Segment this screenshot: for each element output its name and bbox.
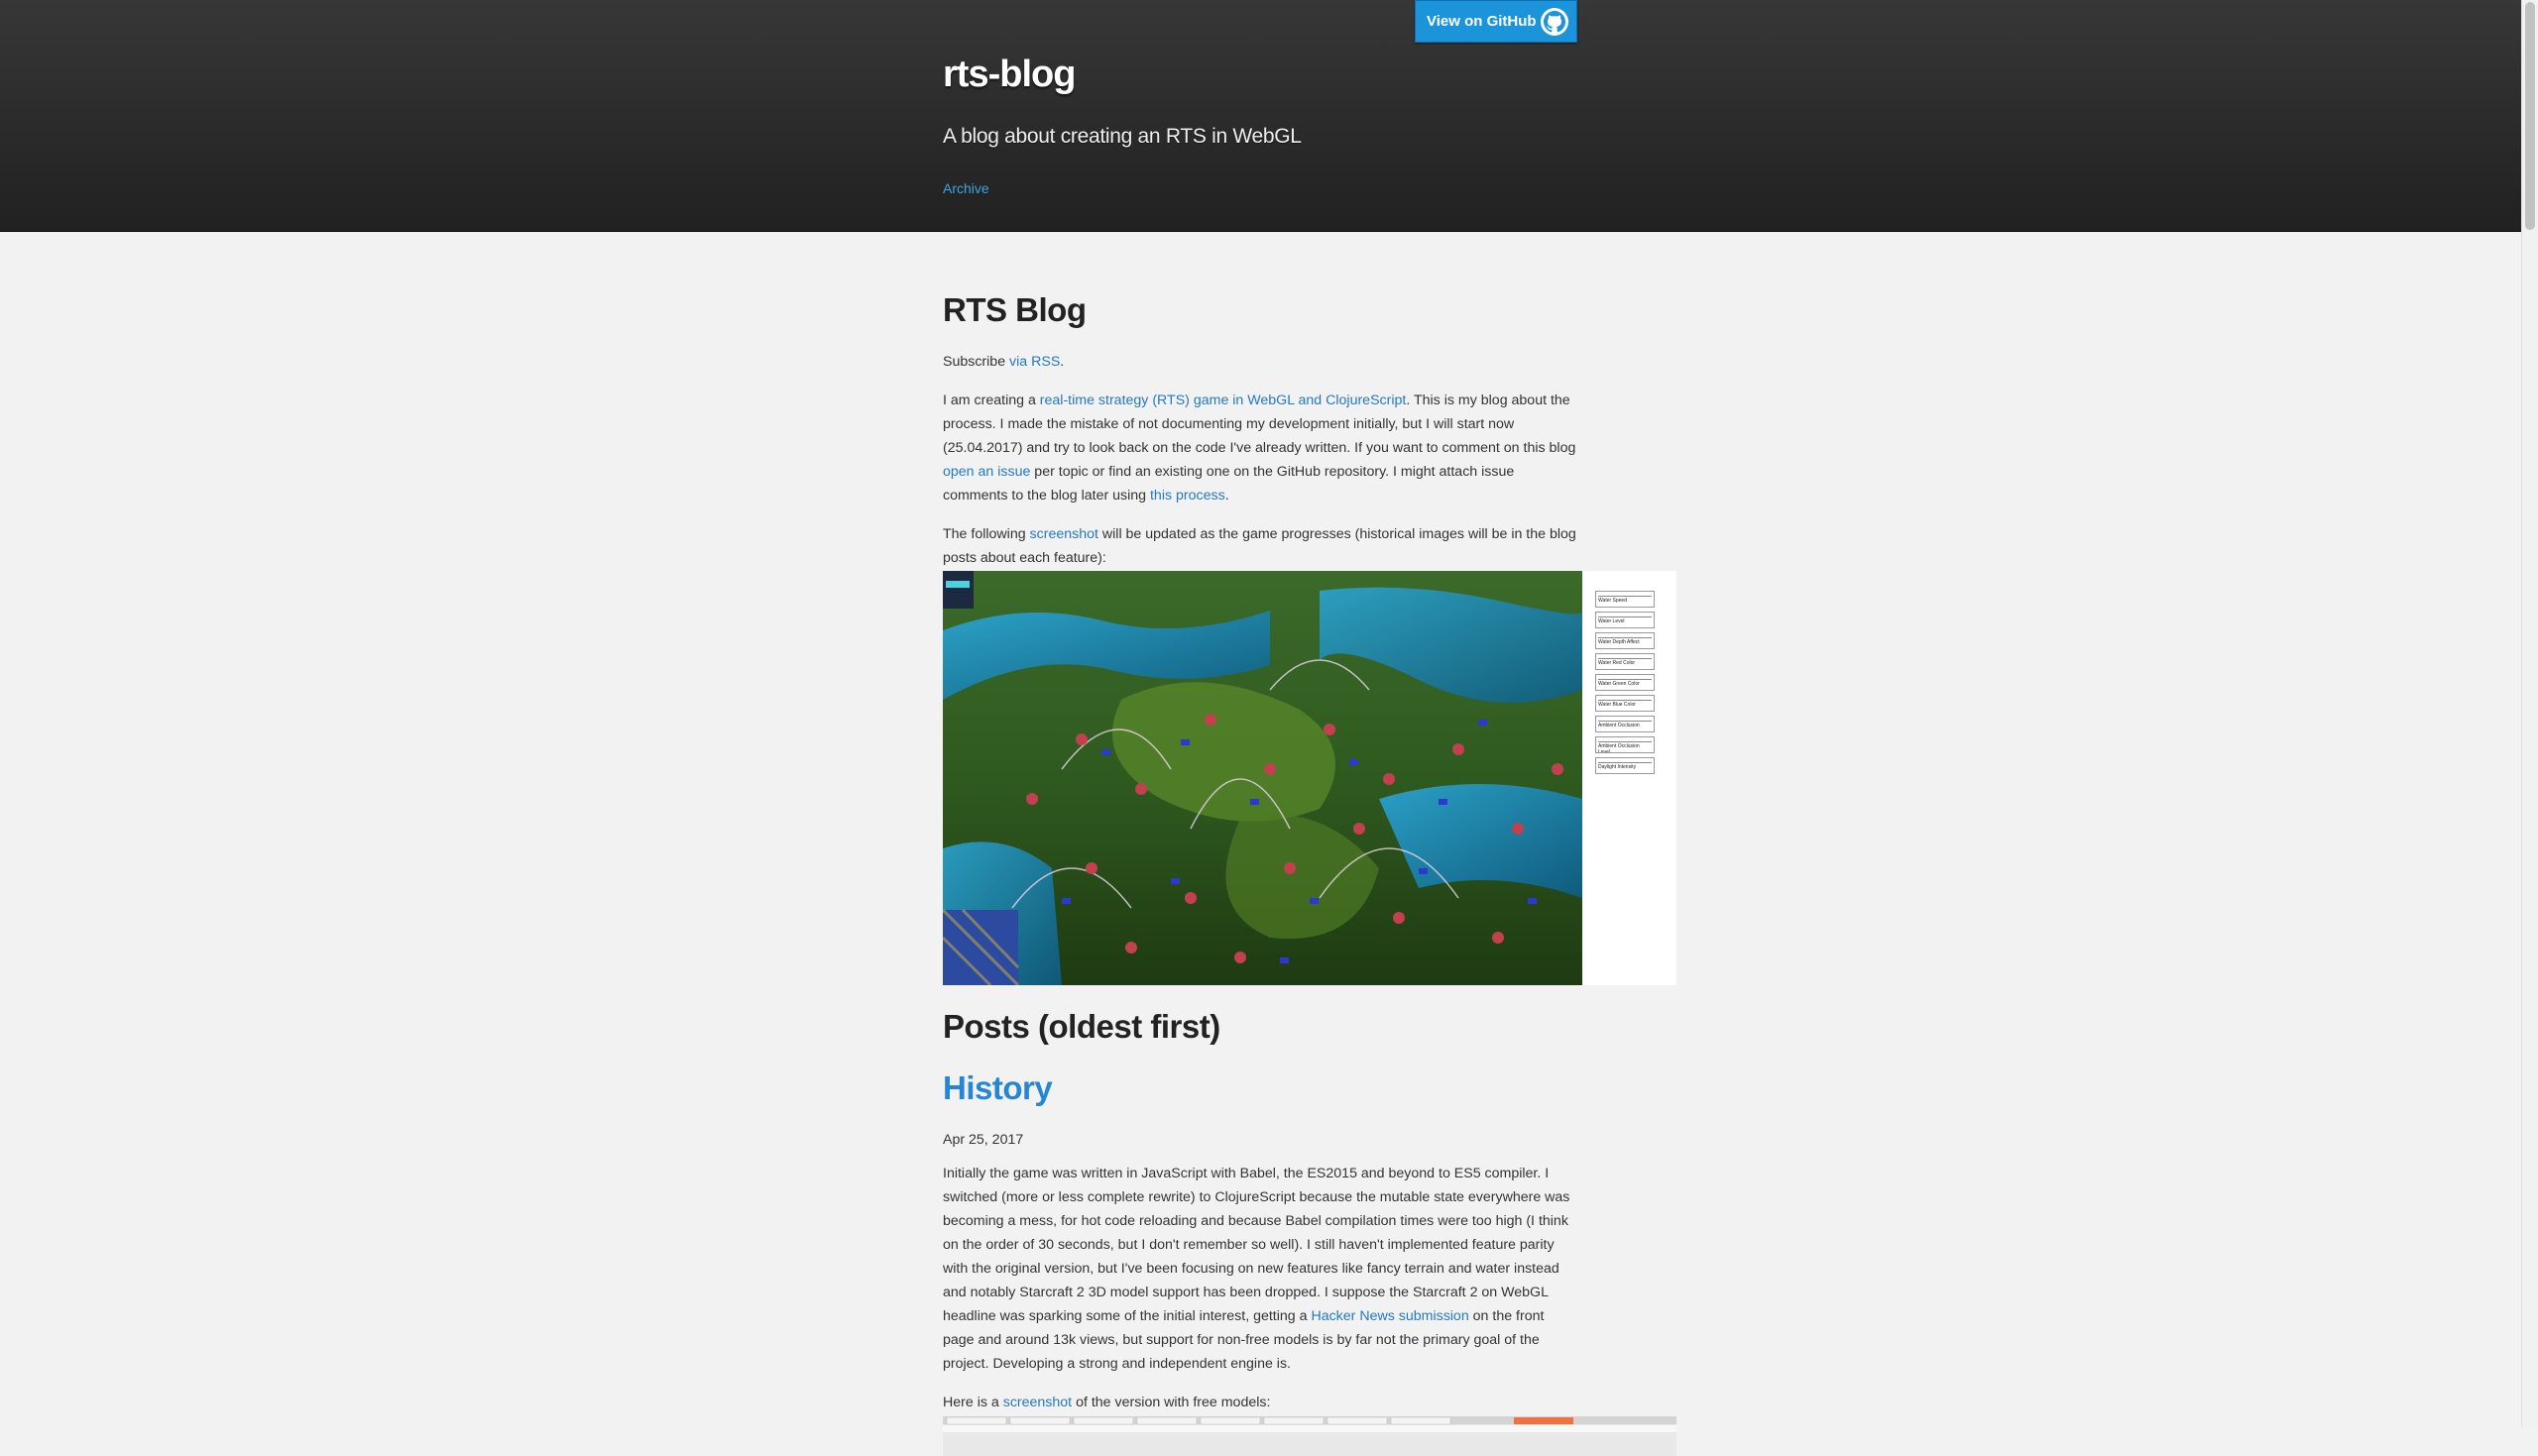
settings-label: Ambient Occlusion Level xyxy=(1598,743,1640,753)
settings-panel-row: Water Blue Color xyxy=(1595,695,1655,712)
settings-panel-row: Ambient Occlusion xyxy=(1595,716,1655,732)
post-shot-text-1: Here is a xyxy=(943,1395,1003,1410)
following-paragraph: The following screenshot will be updated… xyxy=(943,522,1577,570)
post-title: History xyxy=(943,1068,1577,1108)
open-issue-link[interactable]: open an issue xyxy=(943,464,1030,480)
settings-panel: Water Speed Water Level Water Depth Affect… xyxy=(1595,591,1655,778)
settings-panel-row: Water Speed xyxy=(1595,591,1655,608)
screenshot-link[interactable]: screenshot xyxy=(1030,526,1098,542)
browser-screenshot-art xyxy=(943,1416,1676,1456)
settings-slider xyxy=(1598,655,1652,659)
post-shot-text-2: of the version with free models: xyxy=(1072,1395,1271,1410)
settings-slider xyxy=(1598,676,1652,680)
subscribe-suffix: . xyxy=(1060,354,1065,370)
following-text-1: The following xyxy=(943,526,1030,542)
nav-archive-link[interactable]: Archive xyxy=(943,180,989,196)
vertical-scrollbar[interactable] xyxy=(2521,0,2538,1427)
game-screenshot-image[interactable]: Water Speed Water Level Water Depth Affect… xyxy=(943,571,1676,985)
post-body-text-1: Initially the game was written in JavaSc… xyxy=(943,1166,1570,1324)
view-on-github-button[interactable]: View on GitHub xyxy=(1415,0,1577,43)
post-screenshot-link[interactable]: screenshot xyxy=(1003,1395,1072,1410)
github-button-label: View on GitHub xyxy=(1427,13,1537,30)
subscribe-prefix: Subscribe xyxy=(943,354,1010,370)
settings-panel-row: Daylight Intensity xyxy=(1595,757,1655,774)
site-title[interactable]: rts-blog xyxy=(943,54,1076,96)
settings-panel-row: Water Red Color xyxy=(1595,653,1655,670)
settings-panel-row: Water Depth Affect xyxy=(1595,632,1655,649)
post-screenshot-line: Here is a screenshot of the version with… xyxy=(943,1391,1577,1414)
site-header: View on GitHub rts-blog A blog about cre… xyxy=(0,0,2521,232)
settings-label: Water Red Color xyxy=(1598,660,1636,666)
settings-panel-row: Water Level xyxy=(1595,612,1655,628)
settings-slider xyxy=(1598,718,1652,722)
settings-label: Daylight Intensity xyxy=(1598,764,1637,770)
settings-slider xyxy=(1598,634,1652,638)
post-title-link[interactable]: History xyxy=(943,1069,1053,1106)
post-body: Initially the game was written in JavaSc… xyxy=(943,1162,1577,1376)
github-octocat-icon xyxy=(1541,7,1568,36)
subscribe-line: Subscribe via RSS. xyxy=(943,350,1577,374)
main-content: RTS Blog Subscribe via RSS. I am creatin… xyxy=(943,231,1676,1456)
settings-label: Water Green Color xyxy=(1598,681,1640,687)
settings-label: Ambient Occlusion xyxy=(1598,723,1640,728)
settings-label: Water Level xyxy=(1598,618,1625,624)
site-tagline: A blog about creating an RTS in WebGL xyxy=(943,125,1302,148)
hacker-news-link[interactable]: Hacker News submission xyxy=(1311,1308,1468,1324)
settings-panel-row: Ambient Occlusion Level xyxy=(1595,736,1655,753)
rts-game-link[interactable]: real-time strategy (RTS) game in WebGL a… xyxy=(1040,392,1407,408)
intro-text-1: I am creating a xyxy=(943,392,1040,408)
game-screenshot-art xyxy=(943,571,1676,985)
scrollbar-thumb[interactable] xyxy=(2525,2,2535,230)
intro-paragraph: I am creating a real-time strategy (RTS)… xyxy=(943,389,1577,507)
settings-slider xyxy=(1598,738,1652,742)
settings-slider xyxy=(1598,593,1652,597)
this-process-link[interactable]: this process xyxy=(1150,488,1225,504)
rss-link[interactable]: via RSS xyxy=(1009,354,1060,370)
posts-heading: Posts (oldest first) xyxy=(943,1008,1220,1045)
settings-slider xyxy=(1598,614,1652,617)
settings-slider xyxy=(1598,697,1652,701)
settings-label: Water Blue Color xyxy=(1598,702,1636,708)
intro-text-4: . xyxy=(1224,488,1229,504)
page-title: RTS Blog xyxy=(943,291,1087,328)
post-screenshot-image[interactable] xyxy=(943,1416,1676,1456)
settings-slider xyxy=(1598,759,1652,763)
settings-label: Water Speed xyxy=(1598,598,1627,604)
post-date: Apr 25, 2017 xyxy=(943,1132,1024,1148)
settings-label: Water Depth Affect xyxy=(1598,639,1640,645)
settings-panel-row: Water Green Color xyxy=(1595,674,1655,691)
